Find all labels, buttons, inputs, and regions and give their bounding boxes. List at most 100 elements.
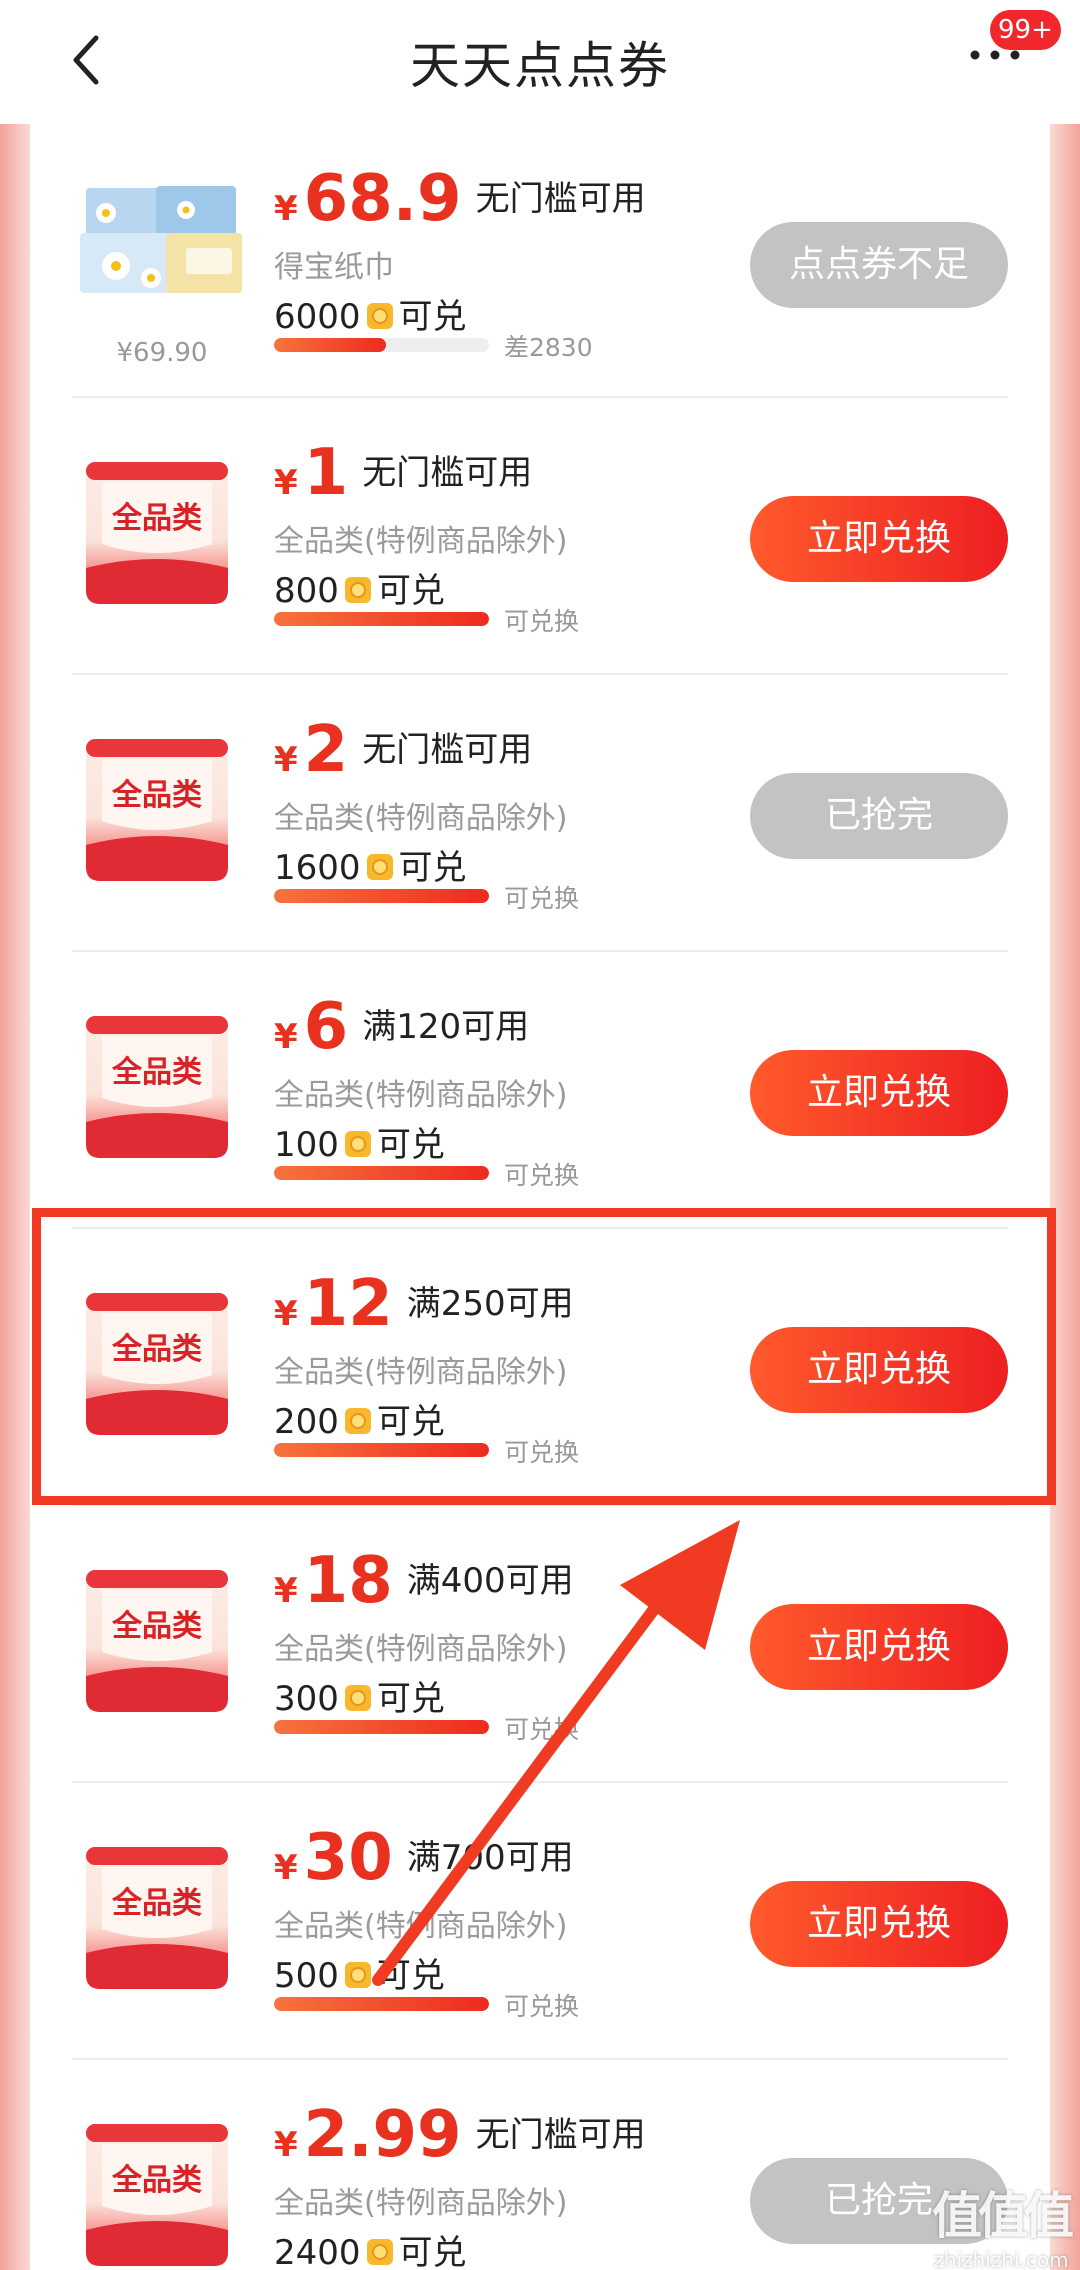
currency-symbol: ¥: [274, 1571, 298, 1611]
progress-bar: [274, 1997, 489, 2011]
points-cost: 800 可兑: [274, 563, 445, 612]
exchange-button[interactable]: 立即兑换: [750, 1604, 1008, 1690]
coupon-value: ¥2.99 无门槛可用: [274, 2098, 646, 2172]
page-title: 天天点点券: [410, 37, 670, 95]
progress-label: 可兑换: [504, 607, 580, 636]
coupon-description: 全品类(特例商品除外): [274, 2186, 568, 2221]
coupon-amount: 18: [303, 1544, 393, 1618]
coupon-row: 全品类 ¥6 满120可用全品类(特例商品除外) 100 可兑可兑换 立即兑换: [72, 952, 1008, 1229]
points-value: 200: [274, 1402, 339, 1442]
coupon-value: ¥2 无门槛可用: [274, 713, 532, 787]
progress-fill: [274, 338, 386, 352]
category-coupon-icon: 全品类: [86, 1016, 228, 1158]
progress-fill: [274, 1166, 489, 1180]
coupon-list: ¥69.90 ¥68.9 无门槛可用 得宝纸巾 6000 可兑 差2830 点点券不足 全品类 ¥…: [72, 124, 1008, 2270]
exchange-label: 可兑: [376, 1679, 445, 1719]
coupon-description: 全品类(特例商品除外): [274, 1632, 568, 1667]
progress-bar: [274, 612, 489, 626]
progress-fill: [274, 889, 489, 903]
svg-text:全品类: 全品类: [111, 1055, 202, 1090]
exchange-button[interactable]: 已抢完: [750, 773, 1008, 859]
currency-symbol: ¥: [274, 1017, 298, 1057]
coupon-amount: 12: [303, 1267, 393, 1341]
coupon-value: ¥6 满120可用: [274, 990, 529, 1064]
category-coupon-icon: 全品类: [86, 462, 228, 604]
coin-icon: [344, 1131, 371, 1157]
progress-label: 可兑换: [504, 884, 580, 913]
progress-bar: [274, 338, 489, 352]
coupon-amount: 2.99: [303, 2098, 462, 2172]
coin-icon: [366, 854, 393, 880]
exchange-button[interactable]: 点点券不足: [750, 222, 1008, 308]
points-cost: 500 可兑: [274, 1948, 445, 1997]
tissue-product-image: [80, 186, 242, 293]
coupon-amount: 1: [303, 436, 349, 510]
coupon-row: 全品类 ¥30 满700可用 全品类(特例商品除外) 500 可兑 可兑换 立即兑换: [72, 1783, 1008, 2060]
currency-symbol: ¥: [274, 2125, 298, 2165]
exchange-button[interactable]: 立即兑换: [750, 496, 1008, 582]
coin-icon: [344, 1962, 371, 1988]
currency-symbol: ¥: [274, 1848, 298, 1888]
coupon-amount: 2: [303, 713, 349, 787]
points-value: 500: [274, 1956, 339, 1996]
points-value: 1600: [274, 848, 361, 888]
coupon-description: 全品类(特例商品除外): [274, 1078, 568, 1113]
coupon-condition: 无门槛可用: [475, 179, 646, 219]
coupon-condition: 满120可用: [362, 1007, 530, 1047]
coupon-value: ¥1 无门槛可用: [274, 436, 532, 510]
svg-text:全品类: 全品类: [111, 501, 202, 536]
progress-bar: [274, 1443, 489, 1457]
coupon-description: 全品类(特例商品除外): [274, 1355, 568, 1390]
points-cost: 200 可兑: [274, 1394, 445, 1443]
coupon-row: 全品类 ¥1 无门槛可用 全品类(特例商品除外) 800 可兑 可兑换 立即兑换: [72, 398, 1008, 675]
coupon-row: 全品类 ¥18 满400可用 全品类(特例商品除外) 300 可兑 可兑换 立即兑换: [72, 1506, 1008, 1783]
progress-fill: [274, 1997, 489, 2011]
exchange-label: 可兑: [376, 1125, 445, 1165]
svg-text:全品类: 全品类: [111, 778, 202, 813]
coupon-row: ¥69.90 ¥68.9 无门槛可用 得宝纸巾 6000 可兑 差2830 点点券不足: [72, 124, 1008, 398]
category-coupon-icon: 全品类: [86, 1293, 228, 1435]
progress-label: 可兑换: [504, 2264, 579, 2270]
points-value: 6000: [274, 297, 361, 337]
svg-text:全品类: 全品类: [111, 2163, 202, 2198]
progress-bar: [274, 1166, 489, 1180]
progress-fill: [274, 612, 489, 626]
points-cost: 300 可兑: [274, 1671, 445, 1720]
exchange-label: 可兑: [398, 2233, 467, 2270]
exchange-button[interactable]: 立即兑换: [750, 1327, 1008, 1413]
coupon-condition: 满400可用: [406, 1561, 574, 1601]
watermark: 值值值 zhizhizhi.com: [926, 2176, 1076, 2270]
exchange-label: 可兑: [376, 1956, 445, 1996]
coupon-amount: 30: [303, 1821, 393, 1895]
app-screen: { "header": {"title": "天天点点券", "badge": …: [0, 0, 1080, 2270]
svg-text:全品类: 全品类: [111, 1886, 202, 1921]
top-bar: 天天点点券 99+: [0, 0, 1080, 124]
coupon-value: ¥68.9 无门槛可用: [274, 162, 646, 236]
coupon-condition: 满250可用: [406, 1284, 574, 1324]
coupon-description: 得宝纸巾: [274, 250, 394, 285]
currency-symbol: ¥: [274, 1294, 298, 1334]
coupon-row: 全品类 ¥2 无门槛可用 全品类(特例商品除外) 1600 可兑 可兑换 已抢完: [72, 675, 1008, 952]
progress-label: 可兑换: [504, 1161, 580, 1190]
category-coupon-icon: 全品类: [86, 1847, 228, 1989]
exchange-button[interactable]: 立即兑换: [750, 1050, 1008, 1136]
exchange-label: 可兑: [398, 848, 467, 888]
points-cost: 2400 可兑: [274, 2225, 467, 2270]
points-value: 100: [274, 1125, 339, 1165]
progress-fill: [274, 1720, 489, 1734]
coupon-amount: 68.9: [303, 162, 462, 236]
progress-label: 可兑换: [504, 1438, 580, 1467]
coin-icon: [366, 303, 393, 329]
coupon-row: 全品类¥2.99无门槛可用全品类(特例商品除外)2400可兑可兑换已抢完: [72, 2060, 1008, 2270]
points-cost: 100 可兑: [274, 1117, 445, 1166]
points-value: 800: [274, 571, 339, 611]
coupon-condition: 无门槛可用: [362, 453, 533, 493]
coin-icon: [344, 1685, 371, 1711]
exchange-label: 可兑: [376, 1402, 445, 1442]
progress-bar: [274, 1720, 489, 1734]
coupon-row: 全品类 ¥12 满250可用全品类(特例商品除外) 200 可兑可兑换 立即兑换: [72, 1229, 1008, 1506]
exchange-button[interactable]: 立即兑换: [750, 1881, 1008, 1967]
exchange-label: 可兑: [376, 571, 445, 611]
coupon-condition: 无门槛可用: [362, 730, 533, 770]
message-count-badge: 99+: [990, 10, 1061, 50]
